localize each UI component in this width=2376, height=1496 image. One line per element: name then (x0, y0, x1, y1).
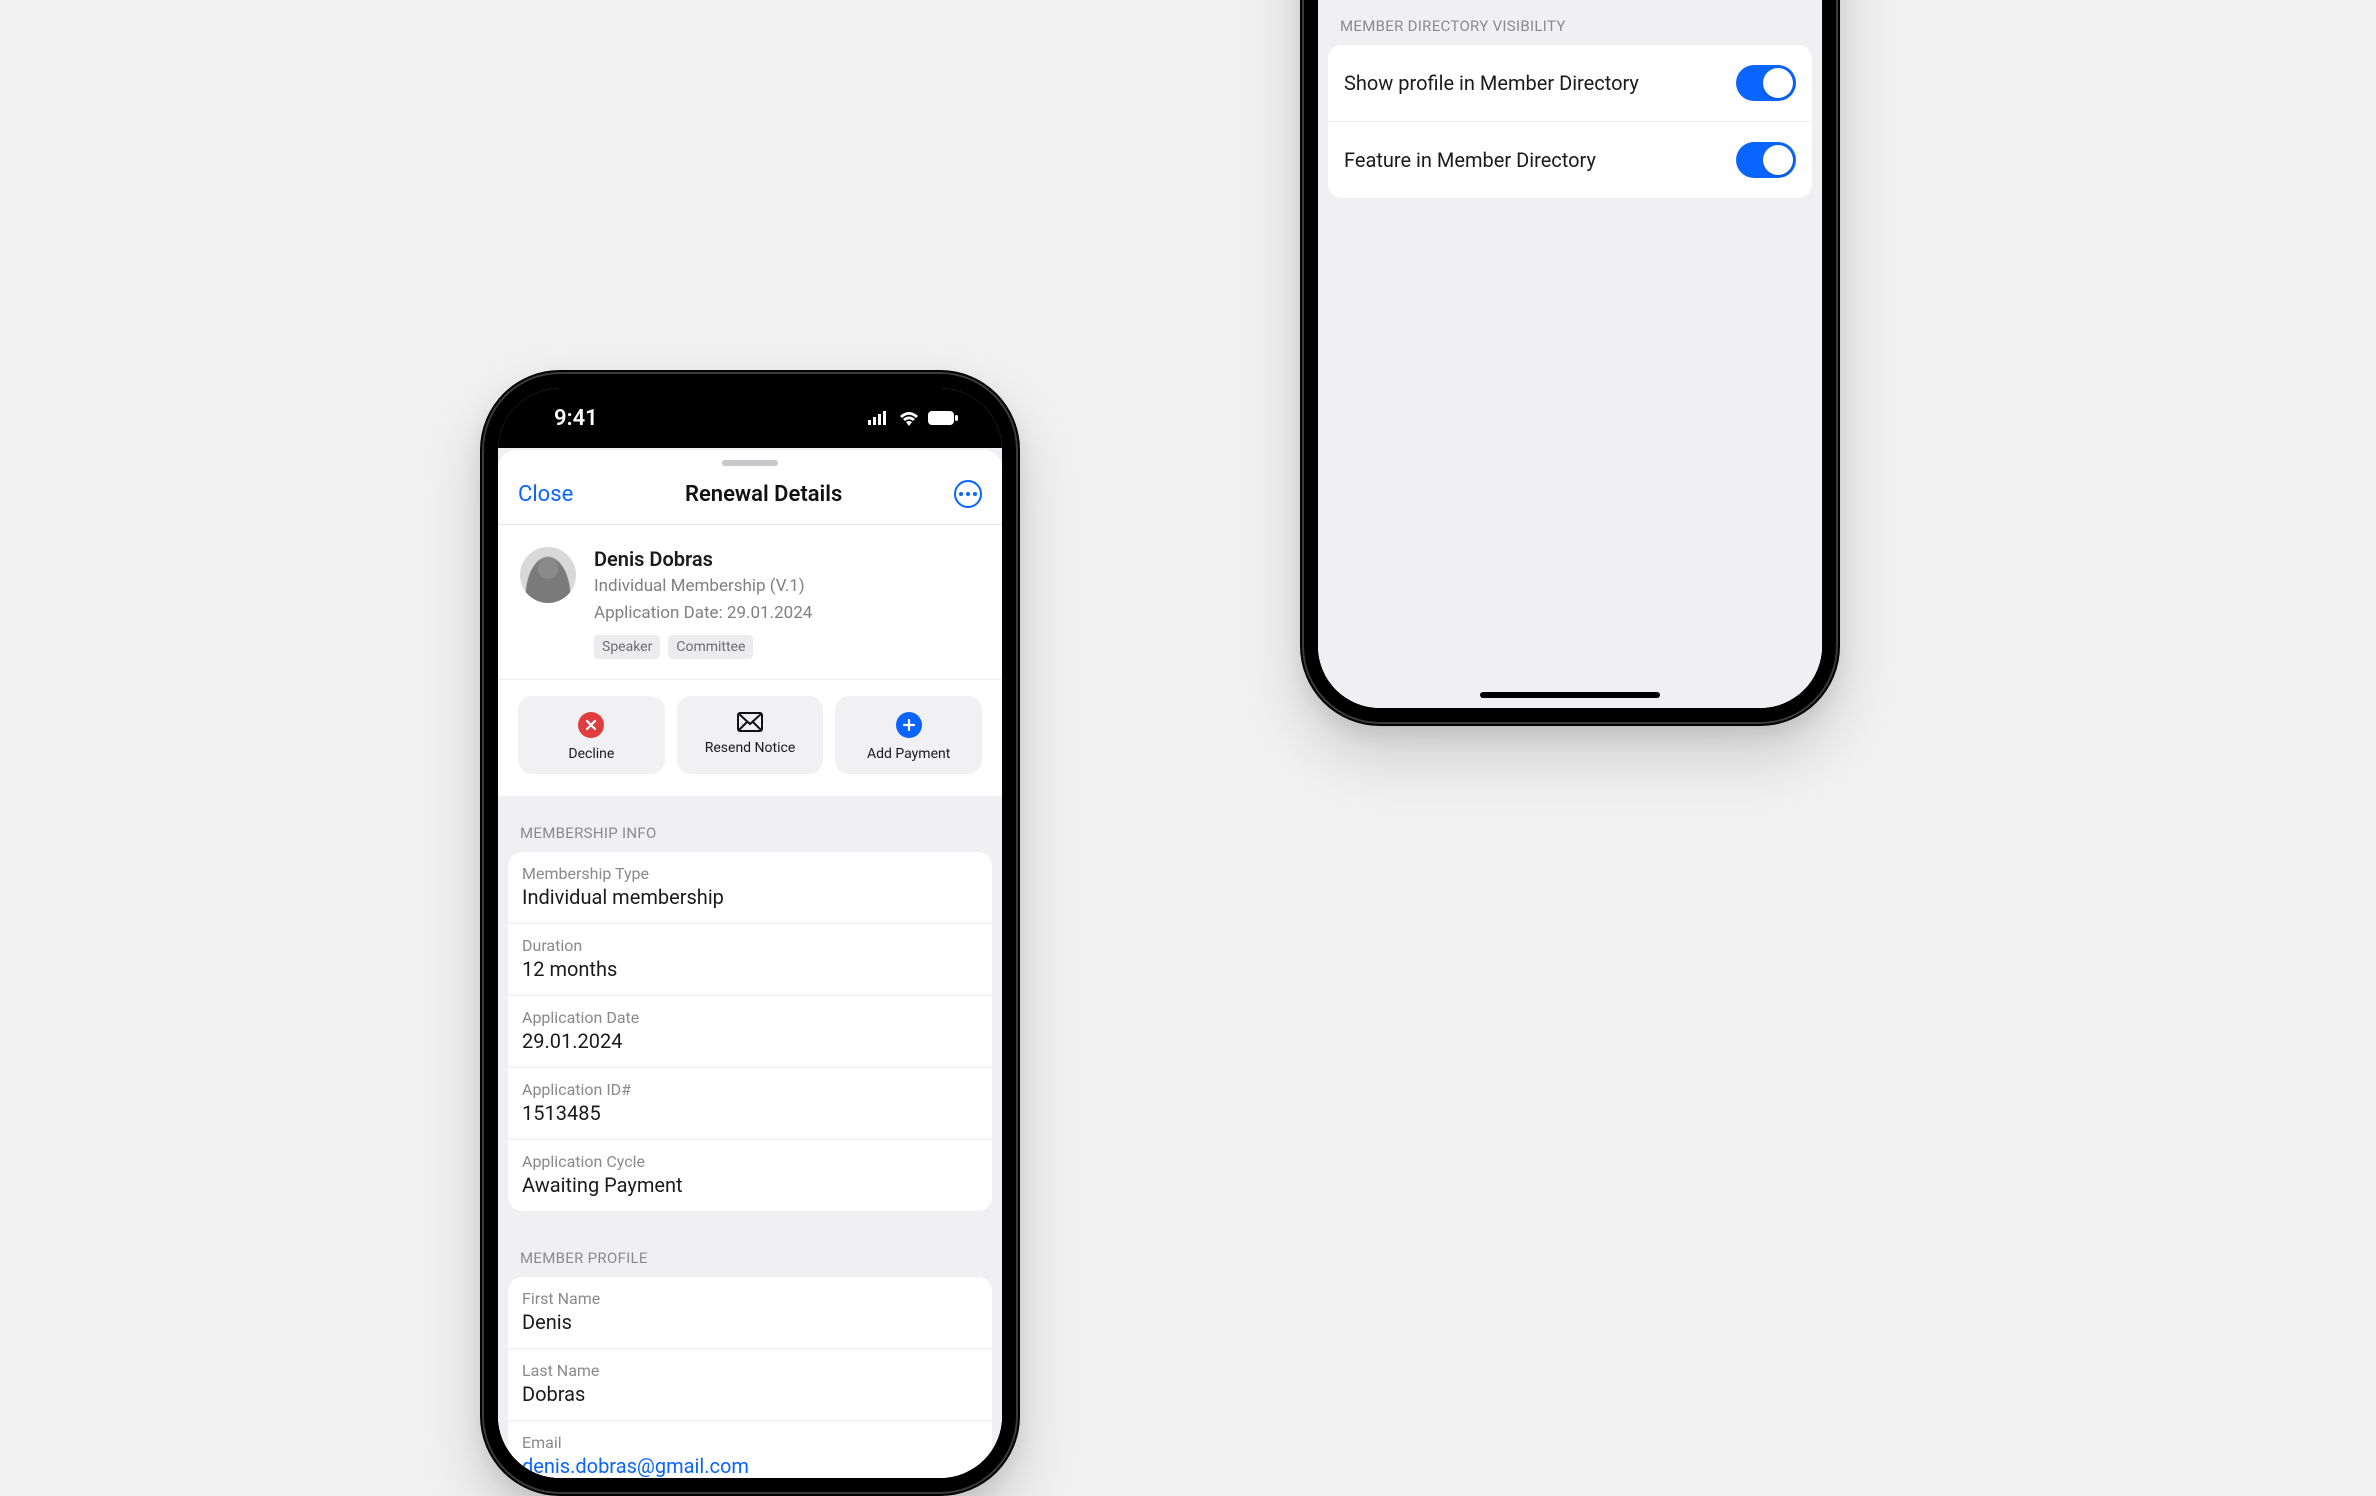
close-icon (578, 712, 604, 738)
more-button[interactable] (954, 480, 982, 508)
field-row: Application Date 29.01.2024 (508, 996, 992, 1068)
field-row: Membership Type Individual membership (508, 852, 992, 924)
phone-mockup-left: 9:41 Close Renewal Details Denis Dobras I… (480, 370, 1020, 1496)
field-value: 29.01.2024 (522, 1029, 978, 1053)
directory-visibility-card: Show profile in Member Directory Feature … (1328, 45, 1812, 198)
field-value[interactable]: denis.dobras@gmail.com (522, 1454, 978, 1478)
add-payment-button[interactable]: Add Payment (835, 696, 982, 774)
field-row: First Name Denis (508, 1277, 992, 1349)
field-row: Email denis.dobras@gmail.com (508, 1421, 992, 1478)
action-label: Add Payment (867, 746, 950, 762)
field-value: Awaiting Payment (522, 1173, 978, 1197)
field-value: 1513485 (522, 1101, 978, 1125)
membership-info-heading: MEMBERSHIP INFO (498, 796, 1002, 852)
plus-icon (896, 712, 922, 738)
field-label: Application ID# (522, 1080, 978, 1099)
tag: Speaker (594, 635, 660, 659)
home-indicator (1480, 692, 1660, 698)
field-row: Application Cycle Awaiting Payment (508, 1140, 992, 1211)
battery-icon (928, 411, 958, 425)
toggle-switch[interactable] (1736, 142, 1796, 178)
mail-icon (737, 712, 763, 732)
toggle-label: Feature in Member Directory (1344, 148, 1596, 172)
page-title: Renewal Details (685, 482, 842, 507)
field-label: Application Date (522, 1008, 978, 1027)
status-indicators (868, 410, 958, 426)
application-date: Application Date: 29.01.2024 (594, 602, 812, 625)
field-row: Duration 12 months (508, 924, 992, 996)
membership-type: Individual Membership (V.1) (594, 575, 812, 598)
toggle-row: Show profile in Member Directory (1328, 45, 1812, 122)
content-scroll[interactable]: Denis Dobras Individual Membership (V.1) A… (498, 525, 1002, 1478)
action-label: Resend Notice (705, 740, 796, 756)
close-button[interactable]: Close (518, 482, 573, 507)
dynamic-island (680, 406, 820, 446)
field-label: Membership Type (522, 864, 978, 883)
phone-mockup-right: Denis DobrasIndividual Membership (V.1)A… (1300, 0, 1840, 726)
action-row: Decline Resend Notice Add Payment (498, 679, 1002, 796)
field-label: Email (522, 1433, 978, 1452)
field-row: Application ID# 1513485 (508, 1068, 992, 1140)
avatar[interactable] (520, 547, 576, 603)
member-profile-card: First Name Denis Last Name Dobras Email denis… (508, 1277, 992, 1478)
field-value: 12 months (522, 957, 978, 981)
field-value: Denis (522, 1310, 978, 1334)
toggle-label: Show profile in Member Directory (1344, 71, 1639, 95)
directory-visibility-heading: MEMBER DIRECTORY VISIBILITY (1318, 0, 1822, 45)
toggle-row: Feature in Member Directory (1328, 122, 1812, 198)
field-value: Individual membership (522, 885, 978, 909)
field-label: Application Cycle (522, 1152, 978, 1171)
field-label: Last Name (522, 1361, 978, 1380)
cellular-icon (868, 411, 890, 425)
tag: Committee (668, 635, 753, 659)
member-name: Denis Dobras (594, 547, 812, 571)
content-scroll[interactable]: Denis DobrasIndividual Membership (V.1)A… (1318, 0, 1822, 708)
field-label: First Name (522, 1289, 978, 1308)
decline-button[interactable]: Decline (518, 696, 665, 774)
membership-info-card: Membership Type Individual membership Dura… (508, 852, 992, 1211)
action-label: Decline (568, 746, 614, 762)
toggle-switch[interactable] (1736, 65, 1796, 101)
nav-bar: Close Renewal Details (498, 466, 1002, 525)
field-row: Last Name Dobras (508, 1349, 992, 1421)
field-value: Dobras (522, 1382, 978, 1406)
member-profile-heading: MEMBER PROFILE (498, 1221, 1002, 1277)
field-label: Duration (522, 936, 978, 955)
profile-header: Denis Dobras Individual Membership (V.1) A… (498, 525, 1002, 679)
status-time: 9:41 (554, 406, 598, 431)
resend-notice-button[interactable]: Resend Notice (677, 696, 824, 774)
wifi-icon (898, 410, 920, 426)
